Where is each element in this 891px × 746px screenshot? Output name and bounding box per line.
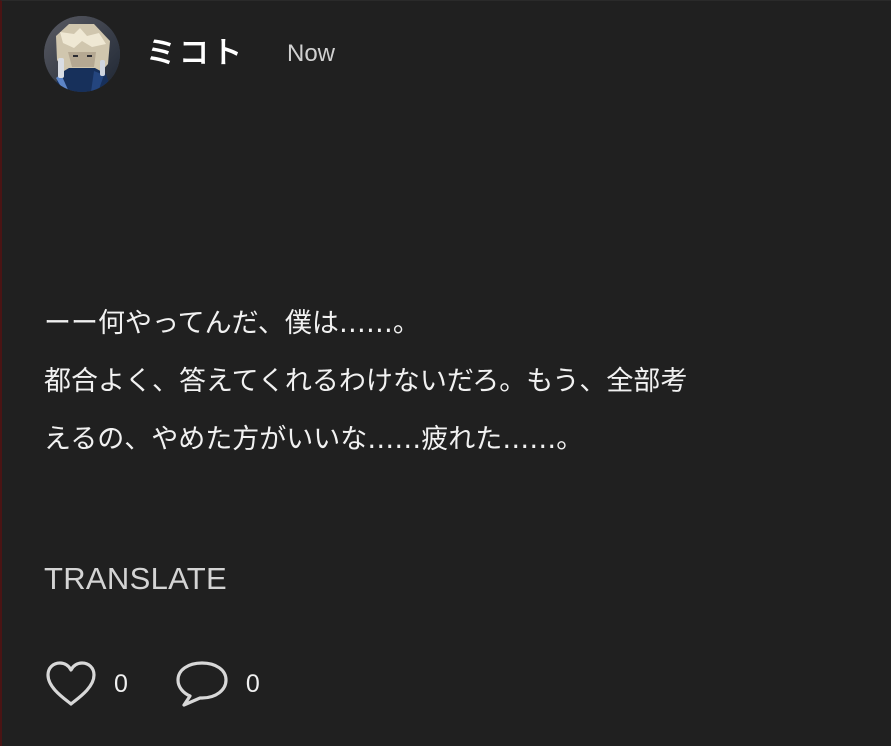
- avatar-image: [44, 16, 120, 92]
- post-card: ミコト Now ーー何やってんだ、僕は……。 都合よく、答えてくれるわけないだろ…: [0, 0, 891, 746]
- speech-bubble-outline-icon: [176, 661, 228, 707]
- avatar[interactable]: [44, 16, 120, 92]
- author-name[interactable]: ミコト: [146, 39, 245, 69]
- post-text-line: 都合よく、答えてくれるわけないだろ。もう、全部考: [44, 366, 688, 397]
- translate-button[interactable]: TRANSLATE: [44, 563, 227, 594]
- post-text-line: ーー何やってんだ、僕は……。: [44, 308, 420, 339]
- post-header: ミコト Now: [44, 15, 335, 93]
- post-text: ーー何やってんだ、僕は……。 都合よく、答えてくれるわけないだろ。もう、全部考 …: [44, 295, 864, 469]
- post-text-line: えるの、やめた方がいいな……疲れた……。: [44, 424, 584, 455]
- like-count: 0: [114, 669, 128, 698]
- post-actions: 0 0: [44, 659, 260, 709]
- heart-outline-icon: [46, 661, 96, 706]
- like-button[interactable]: 0: [44, 660, 128, 708]
- post-timestamp: Now: [287, 40, 336, 67]
- comment-count: 0: [245, 669, 260, 698]
- comment-button[interactable]: 0: [174, 659, 260, 709]
